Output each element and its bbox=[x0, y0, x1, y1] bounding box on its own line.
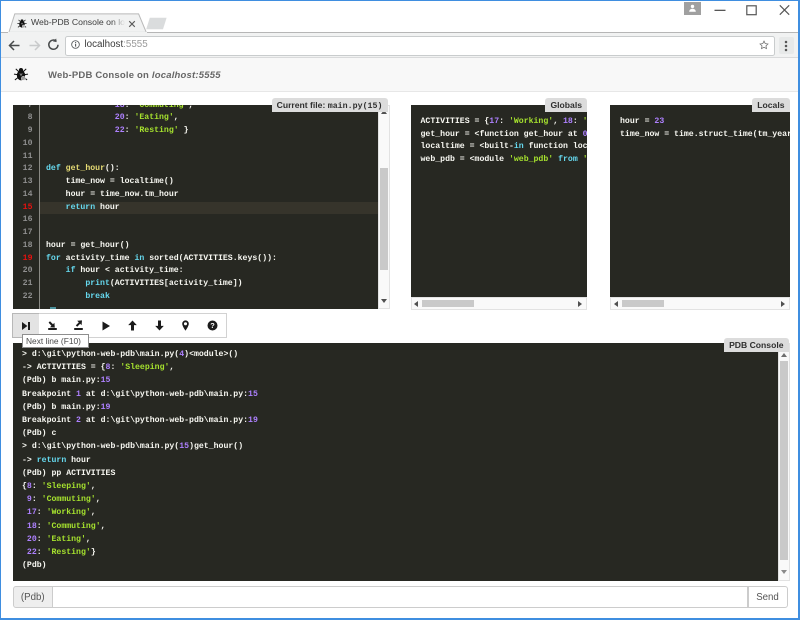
svg-text:?: ? bbox=[210, 321, 215, 330]
